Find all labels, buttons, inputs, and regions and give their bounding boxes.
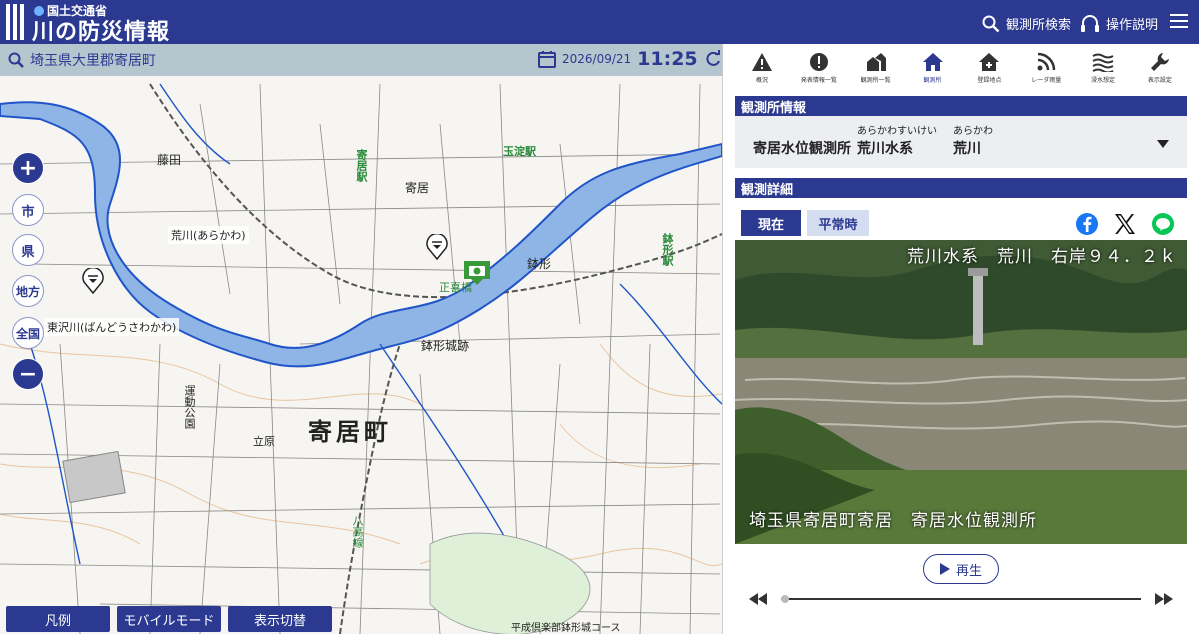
place-label-tachihara: 立原 [253,435,275,448]
tool-label: 観測所 [923,77,942,84]
logo-icon [6,4,26,40]
waves-icon [1092,53,1114,72]
water-level-marker-icon[interactable] [426,234,448,260]
station-selector[interactable]: 寄居水位観測所 あらかわすいけい 荒川水系 あらかわ 荒川 [735,116,1187,168]
map-location-bar: 埼玉県大里郡寄居町 2026/09/21 11:25 [0,44,722,76]
tool-label: 登録地点 [977,77,1002,84]
tool-settings[interactable]: 表示設定 [1133,52,1187,90]
railway-label-hachiko: 八高線 [351,515,364,548]
slider-thumb[interactable] [781,595,789,603]
tool-announcements[interactable]: 発表情報一覧 [792,52,846,90]
tool-registered[interactable]: 登録地点 [962,52,1016,90]
tool-label: 発表情報一覧 [800,77,837,84]
map-location[interactable]: 埼玉県大里郡寄居町 [8,50,156,70]
river-label-bandousawa: 東沢川(ばんどうさわかわ) [44,318,180,336]
camera-marker-icon[interactable] [462,258,492,286]
station-info-heading: 観測所情報 [735,96,1187,116]
alert-icon [809,53,828,71]
scope-region-button[interactable]: 地方 [12,275,44,307]
location-text: 埼玉県大里郡寄居町 [30,53,156,69]
camera-caption-top: 荒川水系 荒川 右岸９４．２ｋ [907,247,1177,267]
town-name-label: 寄居町 [308,418,392,446]
station-label-yorii: 寄居駅 [355,149,368,182]
river-label-arakawa: 荒川(あらかわ) [168,226,249,244]
time-text: 11:25 [637,48,698,70]
station-search-label: 観測所検索 [1006,18,1072,33]
tab-normal[interactable]: 平常時 [807,210,869,236]
chevron-down-icon[interactable] [1157,140,1169,148]
river-system: 荒川水系 [857,141,913,157]
detail-heading: 観測詳細 [735,178,1187,198]
date-text: 2026/09/21 [562,52,632,66]
tool-label: 観測所一覧 [860,77,891,84]
rss-icon [1037,52,1056,71]
scope-national-button[interactable]: 全国 [12,317,44,349]
panel-toolbar: 概況 発表情報一覧 観測所一覧 観測所 登録地点 レーダ雨量 浸水想定 表示設定 [735,52,1187,90]
station-label-hachigata: 鉢形駅 [661,233,674,266]
system-ruby: あらかわすいけい [857,126,937,137]
display-toggle-button[interactable]: 表示切替 [228,606,332,632]
scope-prefecture-button[interactable]: 県 [12,234,44,266]
tool-label: 浸水想定 [1091,77,1116,84]
calendar-icon[interactable] [538,50,556,68]
station-name: 寄居水位観測所 [753,141,851,157]
home-icon [922,53,943,71]
houses-icon [866,53,886,71]
mobile-mode-button[interactable]: モバイルモード [117,606,221,632]
water-level-marker-icon[interactable] [82,268,104,294]
play-icon [939,563,950,575]
tool-station-list[interactable]: 観測所一覧 [849,52,903,90]
station-search-button[interactable]: 観測所検索 [982,14,1071,33]
headset-icon [1081,14,1099,32]
tool-station[interactable]: 観測所 [906,52,960,90]
camera-caption-bottom: 埼玉県寄居町寄居 寄居水位観測所 [749,511,1037,531]
refresh-icon[interactable] [704,50,722,68]
zoom-in-button[interactable]: + [12,152,44,184]
park-label: 運動公園 [183,385,196,429]
place-label-fujita: 藤田 [157,153,182,167]
tool-label: レーダ雨量 [1031,77,1062,84]
slider-track[interactable] [781,598,1141,600]
play-button[interactable]: 再生 [923,554,999,584]
app-title[interactable]: 川の防災情報 [32,14,170,46]
playback-slider[interactable] [735,590,1187,608]
tool-flood[interactable]: 浸水想定 [1076,52,1130,90]
legend-button[interactable]: 凡例 [6,606,110,632]
golf-course-label: 平成倶楽部鉢形城コース [511,623,621,634]
river-name: 荒川 [953,141,981,157]
wrench-icon [1150,53,1169,71]
hamburger-menu-icon[interactable] [1170,14,1188,28]
tool-label: 概況 [755,77,768,84]
side-panel: 概況 発表情報一覧 観測所一覧 観測所 登録地点 レーダ雨量 浸水想定 表示設定… [722,44,1199,634]
scope-city-button[interactable]: 市 [12,194,44,226]
place-label-yorii: 寄居 [405,181,430,195]
rewind-icon[interactable] [749,593,767,605]
zoom-out-button[interactable]: − [12,358,44,390]
help-button[interactable]: 操作説明 [1080,14,1158,33]
facebook-icon[interactable] [1075,212,1099,236]
station-label-tamayodo: 玉淀駅 [503,145,536,158]
help-label: 操作説明 [1106,18,1159,33]
search-icon [982,15,1000,32]
castle-label: 鉢形城跡 [421,339,470,353]
fast-forward-icon[interactable] [1155,593,1173,605]
place-label-hachigata: 鉢形 [527,257,552,271]
tool-overview[interactable]: 概況 [735,52,789,90]
home-plus-icon [979,53,1000,71]
river-ruby: あらかわ [953,126,993,137]
tab-current[interactable]: 現在 [741,210,801,236]
warning-icon [752,53,772,71]
live-camera-image[interactable]: 荒川水系 荒川 右岸９４．２ｋ 埼玉県寄居町寄居 寄居水位観測所 [735,240,1187,544]
map-area[interactable]: 埼玉県大里郡寄居町 2026/09/21 11:25 + 市 県 地方 全国 −… [0,44,722,634]
line-icon[interactable] [1151,212,1175,236]
x-icon[interactable] [1113,212,1137,236]
search-icon [8,52,24,68]
play-label: 再生 [955,563,982,579]
tool-label: 表示設定 [1147,77,1172,84]
tool-radar[interactable]: レーダ雨量 [1019,52,1073,90]
map-datetime: 2026/09/21 11:25 [538,48,722,70]
app-header: 国土交通省 川の防災情報 観測所検索 操作説明 [0,0,1199,46]
river-camera-scene [735,240,1187,544]
